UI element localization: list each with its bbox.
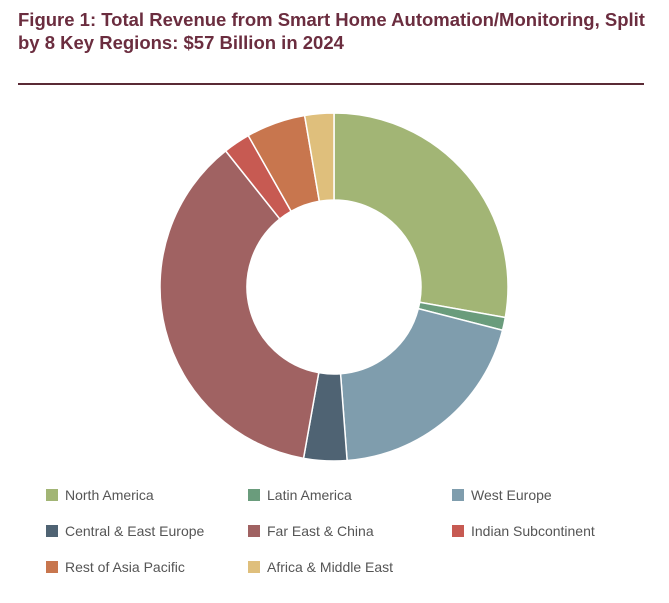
donut-chart (159, 112, 509, 462)
chart-legend: North America Latin America West Europe Cen… (46, 486, 646, 576)
legend-label: North America (65, 487, 154, 503)
legend-item-rest-of-asia-pacific: Rest of Asia Pacific (46, 558, 248, 576)
legend-swatch (46, 561, 58, 573)
legend-swatch (46, 489, 58, 501)
legend-item-west-europe: West Europe (452, 486, 642, 504)
legend-label: Central & East Europe (65, 523, 205, 539)
legend-swatch (248, 525, 260, 537)
slice-north-america (333, 112, 509, 319)
slice-west-europe (339, 307, 504, 462)
legend-label: Rest of Asia Pacific (65, 559, 185, 575)
legend-label: Africa & Middle East (267, 559, 394, 575)
legend-label: Far East & China (267, 523, 374, 539)
legend-swatch (46, 525, 58, 537)
legend-swatch (452, 525, 464, 537)
legend-label: Latin America (267, 487, 352, 503)
legend-label: West Europe (471, 487, 552, 503)
legend-item-africa-middle-east: Africa & Middle East (248, 558, 452, 576)
legend-item-central-east-europe: Central & East Europe (46, 522, 248, 540)
legend-swatch (248, 561, 260, 573)
legend-item-latin-america: Latin America (248, 486, 452, 504)
legend-item-far-east-china: Far East & China (248, 522, 452, 540)
legend-swatch (248, 489, 260, 501)
legend-item-indian-subcontinent: Indian Subcontinent (452, 522, 642, 540)
legend-swatch (452, 489, 464, 501)
legend-item-north-america: North America (46, 486, 248, 504)
legend-label: Indian Subcontinent (471, 523, 595, 539)
